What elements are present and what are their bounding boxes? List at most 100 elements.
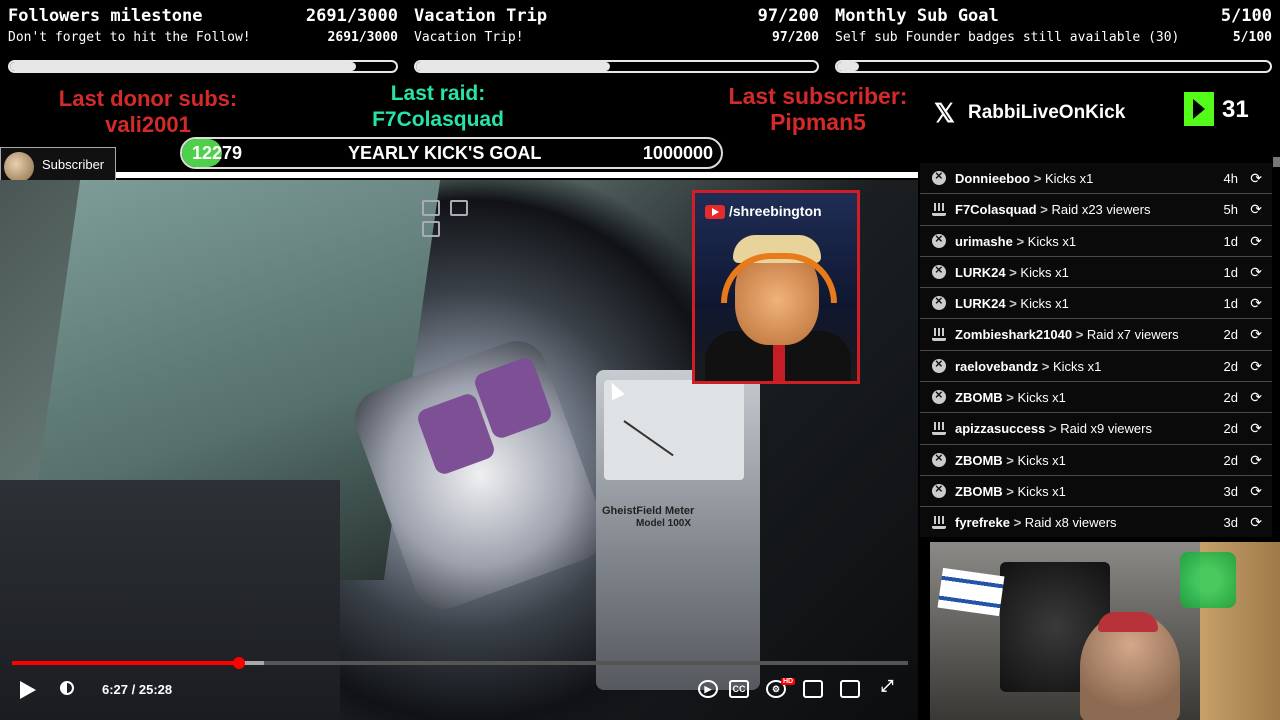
- captions-icon[interactable]: CC: [729, 680, 749, 698]
- event-action: Raid x9 viewers: [1060, 421, 1152, 437]
- event-row: apizzasuccess > Raid x9 viewers 2d ⟳: [920, 413, 1272, 445]
- crop-icon[interactable]: [422, 200, 440, 216]
- event-feed[interactable]: Donnieeboo > Kicks x1 4h ⟳ F7Colasquad > Ra…: [920, 163, 1272, 537]
- replay-icon[interactable]: ⟳: [1250, 170, 1262, 187]
- meter-needle: [623, 420, 674, 457]
- kick-event-icon: [932, 262, 946, 279]
- cast-icon[interactable]: [840, 680, 860, 698]
- goal-subtitle-value: 2691/3000: [327, 30, 398, 45]
- fullscreen-icon[interactable]: ⤢: [877, 679, 897, 698]
- event-text: Donnieeboo > Kicks x1: [955, 171, 1093, 186]
- event-ago: 2d: [1223, 358, 1238, 374]
- goal-title: Monthly Sub Goal: [835, 6, 999, 26]
- replay-icon[interactable]: ⟳: [1250, 420, 1262, 437]
- event-ago: 2d: [1223, 327, 1238, 343]
- pip-icon[interactable]: [450, 200, 468, 216]
- event-user: Zombieshark21040: [955, 327, 1073, 343]
- goal-monthly-sub: Monthly Sub Goal 5/100 Self sub Founder …: [835, 0, 1272, 82]
- event-action: Raid x7 viewers: [1086, 327, 1179, 343]
- event-action: Raid x23 viewers: [1051, 202, 1151, 218]
- event-user: fyrefreke: [955, 515, 1010, 531]
- raid-event-icon: [932, 203, 946, 217]
- event-separator: >: [1033, 171, 1042, 186]
- flag: [937, 567, 1005, 617]
- replay-icon[interactable]: ⟳: [1250, 264, 1262, 281]
- last-subscriber-label: Last subscriber:: [728, 83, 908, 109]
- goal-subtitle-value: 5/100: [1232, 30, 1272, 45]
- play-icon[interactable]: [20, 681, 36, 699]
- event-action: Kicks x1: [1044, 171, 1094, 186]
- event-row: raelovebandz > Kicks x1 2d ⟳: [920, 350, 1272, 383]
- event-text: ZBOMB > Kicks x1: [955, 390, 1066, 405]
- last-donor: Last donor subs: vali2001: [30, 86, 266, 138]
- candy-jar: [1180, 552, 1236, 608]
- kick-event-icon: [932, 231, 946, 248]
- event-action: Kicks x1: [1017, 390, 1066, 406]
- progress-scrubber[interactable]: [232, 657, 245, 669]
- event-action: Kicks x1: [1017, 452, 1066, 468]
- replay-icon[interactable]: ⟳: [1250, 358, 1262, 375]
- replay-icon[interactable]: ⟳: [1250, 201, 1262, 218]
- last-donor-name: vali2001: [105, 112, 191, 137]
- raid-event-icon: [932, 328, 946, 342]
- theater-icon[interactable]: [803, 680, 823, 698]
- goal-subtitle: Don't forget to hit the Follow!: [8, 30, 251, 45]
- goal-progress-fill: [10, 62, 357, 71]
- last-donor-label: Last donor subs:: [58, 86, 238, 111]
- replay-icon[interactable]: ⟳: [1250, 326, 1262, 343]
- goal-subtitle: Self sub Founder badges still available …: [835, 30, 1180, 45]
- kick-event-icon: [932, 356, 946, 373]
- event-separator: >: [1006, 483, 1014, 499]
- event-ago: 5h: [1223, 202, 1238, 218]
- replay-icon[interactable]: ⟳: [1250, 295, 1262, 312]
- event-user: urimashe: [955, 233, 1013, 249]
- goal-title: Vacation Trip: [414, 6, 548, 26]
- event-separator: >: [1013, 515, 1022, 531]
- last-subscriber: Last subscriber: Pipman5: [704, 83, 932, 135]
- goal-vacation: Vacation Trip 97/200 Vacation Trip! 97/2…: [414, 0, 819, 82]
- event-separator: >: [1041, 358, 1050, 374]
- meter-label: GheistField Meter: [602, 505, 695, 517]
- notes-icon[interactable]: [422, 221, 440, 237]
- event-action: Kicks x1: [1017, 483, 1066, 499]
- replay-icon[interactable]: ⟳: [1250, 514, 1262, 531]
- overlay-toolbar[interactable]: [422, 200, 502, 237]
- replay-icon[interactable]: ⟳: [1250, 483, 1262, 500]
- goal-followers: Followers milestone 2691/3000 Don't forg…: [8, 0, 398, 82]
- event-separator: >: [1075, 327, 1084, 343]
- event-ago: 2d: [1223, 421, 1238, 437]
- subscriber-badge-label: Subscriber: [42, 157, 105, 172]
- event-text: ZBOMB > Kicks x1: [955, 453, 1066, 468]
- goal-subtitle-value: 97/200: [772, 30, 819, 45]
- event-separator: >: [1006, 390, 1014, 406]
- volume-icon[interactable]: [60, 681, 74, 695]
- scrollbar[interactable]: [1273, 157, 1280, 167]
- event-text: fyrefreke > Raid x8 viewers: [955, 515, 1117, 530]
- streamer-webcam: [930, 542, 1280, 720]
- event-row: Zombieshark21040 > Raid x7 viewers 2d ⟳: [920, 319, 1272, 351]
- replay-icon[interactable]: ⟳: [1250, 233, 1262, 250]
- event-ago: 3d: [1223, 515, 1238, 531]
- video-time: 6:27 / 25:28: [102, 682, 173, 697]
- event-user: F7Colasquad: [955, 202, 1037, 218]
- event-ago: 2d: [1223, 452, 1238, 468]
- streamer-cap: [1098, 612, 1158, 632]
- event-action: Kicks x1: [1020, 264, 1069, 280]
- event-user: LURK24: [955, 296, 1006, 312]
- kick-event-icon: [932, 168, 946, 185]
- goal-progress-bar: [835, 60, 1272, 73]
- event-ago: 1d: [1223, 264, 1238, 280]
- raid-event-icon: [932, 422, 946, 436]
- event-action: Kicks x1: [1052, 358, 1102, 374]
- replay-icon[interactable]: ⟳: [1250, 452, 1262, 469]
- event-user: ZBOMB: [955, 483, 1003, 499]
- replay-icon[interactable]: ⟳: [1250, 389, 1262, 406]
- video-progress-bar[interactable]: [12, 657, 908, 669]
- event-row: urimashe > Kicks x1 1d ⟳: [920, 225, 1272, 257]
- event-action: Raid x8 viewers: [1024, 515, 1117, 531]
- event-text: raelovebandz > Kicks x1: [955, 359, 1101, 374]
- avatar: [4, 152, 34, 182]
- ghost-meter: GheistField Meter Model 100X: [596, 370, 760, 690]
- autoplay-icon[interactable]: ▶: [698, 680, 718, 698]
- event-ago: 4h: [1223, 171, 1238, 186]
